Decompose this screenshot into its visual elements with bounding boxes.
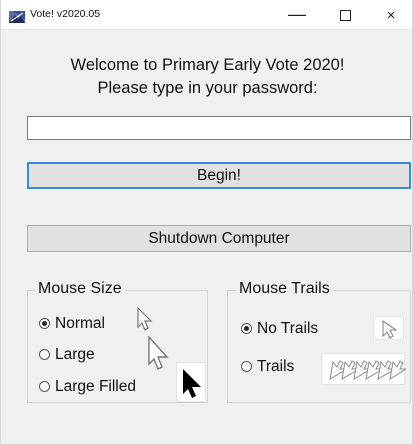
- password-prompt: Please type in your password:: [97, 79, 318, 97]
- ballot-icon: [9, 10, 25, 23]
- cursor-trail-icon: [321, 353, 408, 385]
- radio-button[interactable]: [39, 318, 50, 330]
- option-label: Large: [55, 346, 95, 363]
- option-label: Trails: [257, 358, 295, 375]
- arrow-cursor-icon: [136, 306, 154, 331]
- mouse-trails-group: Mouse Trails No Trails Trails: [227, 281, 411, 403]
- close-button[interactable]: ×: [368, 0, 412, 30]
- mouse-size-normal-option[interactable]: Normal: [39, 316, 105, 332]
- mouse-size-title: Mouse Size: [35, 281, 125, 297]
- mouse-trails-enabled-option[interactable]: Trails: [241, 359, 294, 375]
- option-label: No Trails: [257, 320, 319, 337]
- mouse-size-large-option[interactable]: Large: [39, 347, 95, 363]
- maximize-icon: [339, 9, 351, 21]
- password-field[interactable]: [27, 116, 411, 140]
- option-label: Large Filled: [55, 378, 136, 395]
- app-window: Vote! v2020.05 — × Welcome to Primary Ea…: [0, 0, 413, 445]
- radio-button[interactable]: [241, 323, 252, 335]
- mouse-trails-title: Mouse Trails: [236, 281, 333, 297]
- shutdown-computer-button[interactable]: Shutdown Computer: [27, 225, 411, 252]
- filled-arrow-cursor-icon: [176, 362, 206, 402]
- mouse-trails-none-option[interactable]: No Trails: [241, 321, 318, 337]
- minimize-button[interactable]: —: [274, 0, 320, 30]
- option-label: Normal: [55, 315, 105, 332]
- close-icon: ×: [386, 6, 396, 24]
- radio-button[interactable]: [39, 349, 50, 361]
- welcome-heading: Welcome to Primary Early Vote 2020!: [70, 56, 345, 74]
- maximize-button[interactable]: [322, 0, 368, 30]
- large-arrow-cursor-icon: [147, 335, 169, 370]
- title-bar[interactable]: Vote! v2020.05 — ×: [1, 0, 412, 30]
- minimize-icon: —: [288, 4, 306, 24]
- begin-button[interactable]: Begin!: [27, 162, 411, 189]
- arrow-cursor-icon: [373, 316, 404, 340]
- mouse-size-large-filled-option[interactable]: Large Filled: [39, 379, 136, 395]
- radio-button[interactable]: [39, 381, 50, 393]
- window-title: Vote! v2020.05: [30, 8, 101, 20]
- radio-button[interactable]: [241, 361, 252, 373]
